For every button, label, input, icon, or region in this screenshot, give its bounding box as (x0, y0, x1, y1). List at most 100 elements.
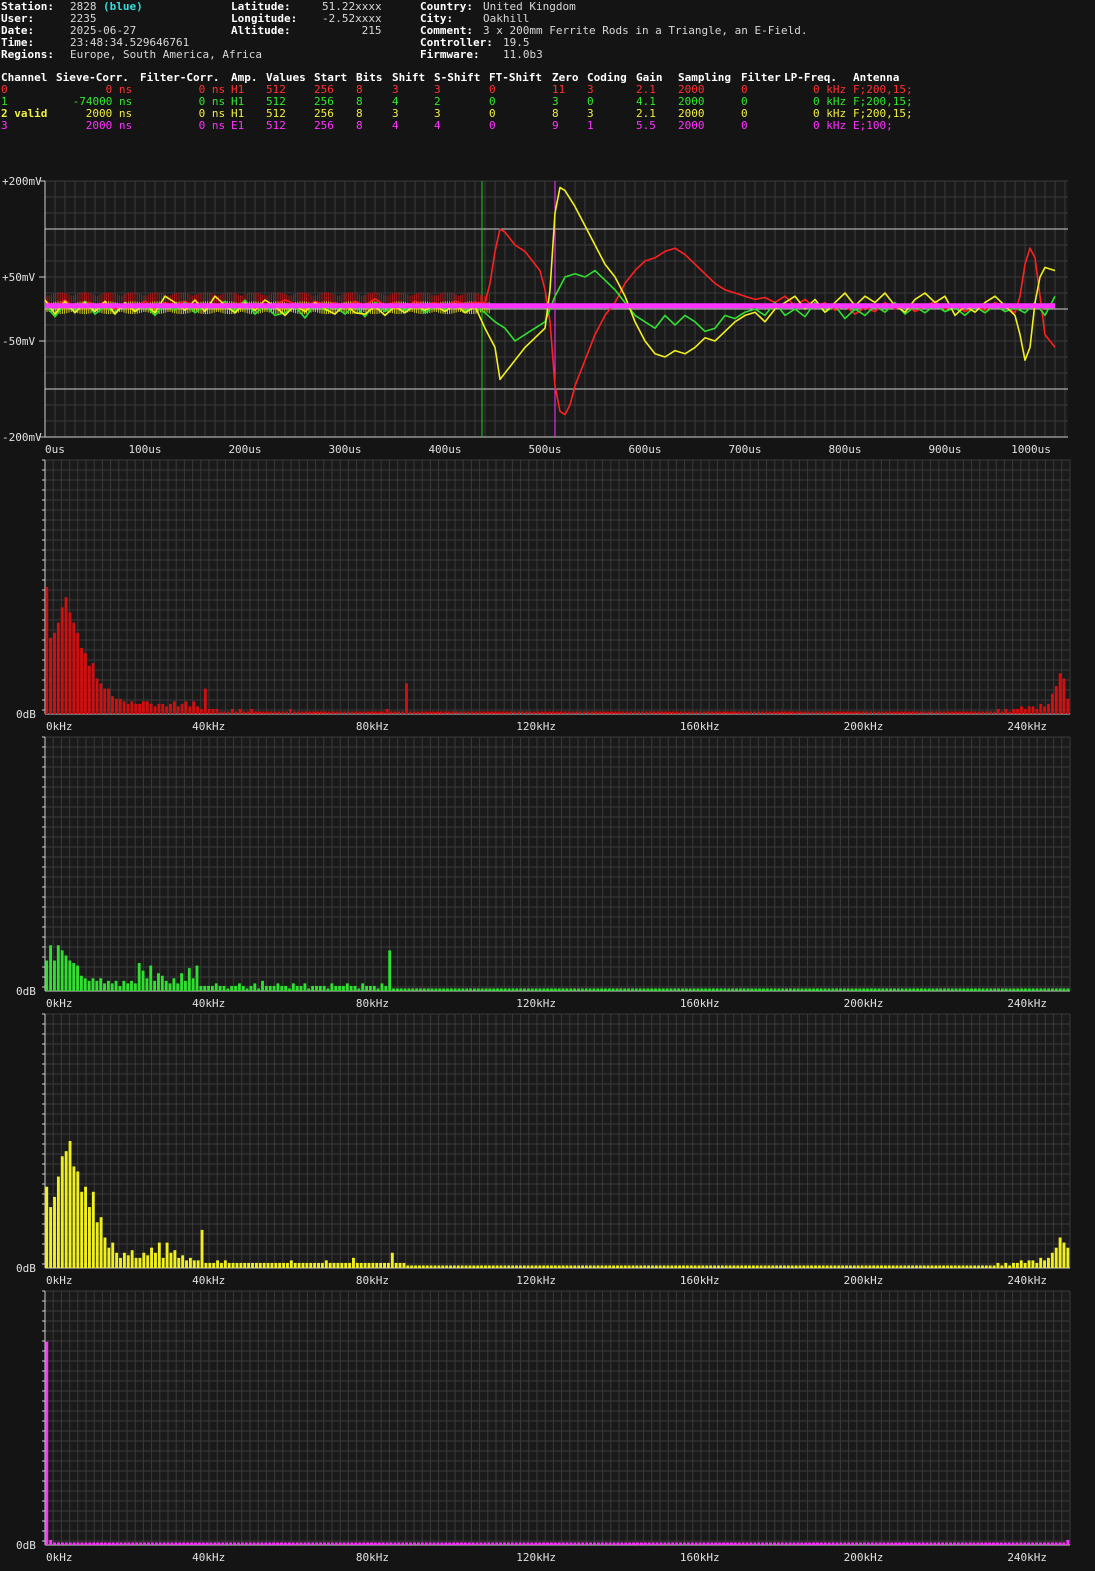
spectrum-bar (823, 1542, 827, 1545)
spectrum-bar (553, 1542, 557, 1545)
spectrum-bar (816, 1542, 819, 1545)
spectrum-bar (334, 1542, 338, 1545)
spectrum-bar (565, 1542, 569, 1545)
spectrum-bar (714, 1542, 718, 1545)
spectrum-bar (100, 1542, 103, 1545)
spectrum-bar (409, 1542, 413, 1545)
spectrum-bar (72, 1542, 76, 1545)
spectrum-bar (632, 1542, 636, 1545)
spectrum-bar (745, 1542, 749, 1545)
spectrum-bar (1027, 1542, 1031, 1545)
spectrum-bar (792, 1542, 796, 1545)
spectrum-bar (995, 1542, 999, 1545)
spectrum-bar (197, 1542, 201, 1545)
spectrum-bar (616, 1542, 620, 1545)
spectrum-bar (190, 1542, 193, 1545)
spectrum-bar (882, 1542, 886, 1545)
spectrum-bar (111, 1542, 115, 1545)
spectrum-bar (248, 1542, 252, 1545)
spectrum-bar (385, 1542, 389, 1545)
spectrum-bar (589, 1542, 593, 1545)
spectrum-bar (88, 1542, 92, 1545)
spectrum-bar (667, 1542, 671, 1545)
spectrum-bar (346, 1542, 350, 1545)
spectrum-bar (68, 1542, 72, 1545)
spectrum-bar (984, 1542, 988, 1545)
spectrum-bar (311, 1542, 315, 1545)
spectrum-bar (741, 1542, 745, 1545)
spectrum-bar (467, 1542, 471, 1545)
spectrum-bar (917, 1542, 921, 1545)
spectrum-bar (636, 1542, 639, 1545)
spectrum-bar (686, 1542, 690, 1545)
spectrum-bar (862, 1542, 866, 1545)
spectrum-bar (569, 1542, 573, 1545)
spectrum-bar (561, 1542, 565, 1545)
spectrum-bar (663, 1542, 667, 1545)
spectrum-bar (119, 1542, 123, 1545)
spectrum-bar (706, 1542, 710, 1545)
spectrum-bar (945, 1542, 949, 1545)
spectrum-bar (420, 1542, 424, 1545)
spectrum-bar (506, 1542, 510, 1545)
spectrum-bar (299, 1542, 303, 1545)
spectrum-bar (1003, 1542, 1007, 1545)
spectrum-bar (874, 1542, 878, 1545)
spectrum-bar (123, 1542, 127, 1545)
spectrum-bar (131, 1542, 135, 1545)
spectrum-bar (428, 1542, 432, 1545)
spectrum-bar (260, 1542, 264, 1545)
spectrum-bar (729, 1542, 733, 1545)
spectrum-bar (233, 1542, 236, 1545)
spectrum-bar (518, 1542, 522, 1545)
spectrum-bar (459, 1542, 463, 1545)
spectrum-bar (929, 1542, 933, 1545)
spectrum-bar (827, 1542, 831, 1545)
spectrum-bar (769, 1542, 772, 1545)
x-tick-label: 0kHz (46, 1551, 73, 1564)
spectrum-bar (436, 1542, 440, 1545)
spectrum-bar (812, 1542, 815, 1545)
spectrum-bar (244, 1542, 248, 1545)
spectrum-bar (933, 1542, 937, 1545)
spectrum-bar (620, 1542, 624, 1545)
spectrum-bar (471, 1542, 475, 1545)
spectrum-bar (675, 1542, 679, 1545)
spectrum-bar (370, 1542, 373, 1545)
spectrum-bar (878, 1542, 882, 1545)
spectrum-bar (401, 1542, 405, 1545)
spectrum-bar (956, 1542, 960, 1545)
spectrum-bar (808, 1542, 812, 1545)
spectrum-bar (600, 1542, 604, 1545)
x-tick-label: 160kHz (680, 1551, 720, 1564)
plot-area (45, 1291, 1070, 1545)
spectrum-bar (1039, 1542, 1042, 1545)
spectrum-bar (115, 1542, 119, 1545)
spectrum-bar (432, 1542, 436, 1545)
spectrum-bar (546, 1542, 549, 1545)
spectrum-bar (256, 1542, 260, 1545)
spectrum-bar (139, 1542, 143, 1545)
spectrum-bar (147, 1542, 150, 1545)
spectrum-bar (448, 1542, 452, 1545)
spectrum-bar (150, 1542, 154, 1545)
spectrum-bar (342, 1542, 346, 1545)
spectrum-bar (831, 1542, 835, 1545)
spectrum-bar (154, 1542, 158, 1545)
spectrum-bar (988, 1542, 992, 1545)
spectrum-bar (952, 1542, 956, 1545)
spectrum-bar (804, 1542, 808, 1545)
spectrum-bar (76, 1542, 80, 1545)
spectrum-bar (776, 1542, 780, 1545)
spectrum-bar (913, 1542, 917, 1545)
spectrum-bar (92, 1542, 96, 1545)
x-tick-label: 240kHz (1007, 1551, 1047, 1564)
spectrum-bar (1019, 1542, 1023, 1545)
spectrum-bar (905, 1542, 909, 1545)
spectrum-bar (737, 1542, 741, 1545)
spectrum-bar (870, 1542, 874, 1545)
spectrum-bar (772, 1542, 776, 1545)
spectrum-bar (283, 1542, 287, 1545)
spectrum-bar (628, 1542, 632, 1545)
spectrum-bar (252, 1542, 256, 1545)
